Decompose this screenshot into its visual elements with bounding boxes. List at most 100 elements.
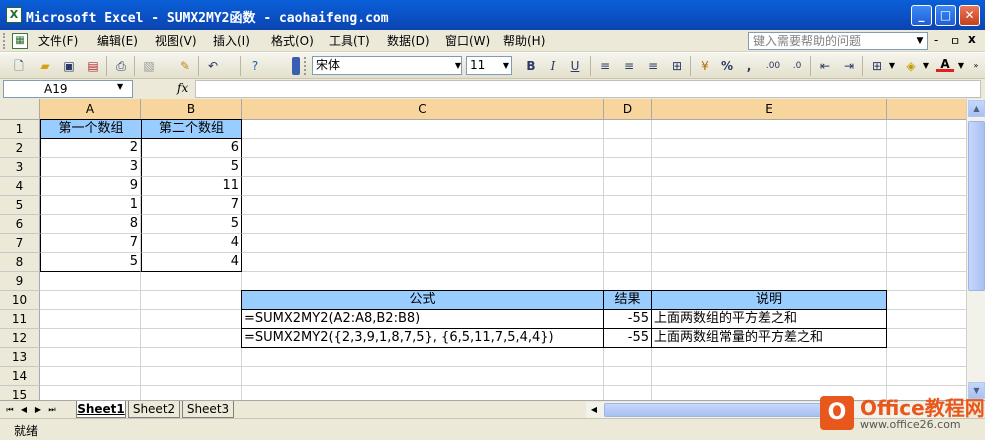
name-box[interactable]: A19 — [3, 80, 133, 98]
cell-b1[interactable]: 第二个数组 — [141, 119, 242, 139]
row-header[interactable]: 8 — [0, 253, 40, 272]
row-header[interactable]: 14 — [0, 367, 40, 386]
cell-a1[interactable]: 第一个数组 — [40, 119, 142, 139]
chevron-down-icon[interactable]: ▼ — [500, 56, 512, 75]
cell-a5[interactable]: 1 — [40, 196, 141, 215]
cell-a6[interactable]: 8 — [40, 215, 141, 234]
tab-sheet2[interactable]: Sheet2 — [128, 401, 180, 418]
help-search-input[interactable]: 键入需要帮助的问题 — [748, 32, 928, 50]
maximize-button[interactable]: □ — [935, 5, 956, 26]
cell-b8[interactable]: 4 — [141, 253, 242, 272]
cell-a3[interactable]: 3 — [40, 158, 141, 177]
cell-b5[interactable]: 7 — [141, 196, 242, 215]
new-document-icon[interactable]: 🗋 — [10, 57, 28, 75]
row-header[interactable]: 4 — [0, 177, 40, 196]
column-header-c[interactable]: C — [242, 99, 604, 120]
row-header[interactable]: 9 — [0, 272, 40, 291]
cell-e10[interactable]: 说明 — [651, 290, 887, 310]
cell-b2[interactable]: 6 — [141, 139, 242, 158]
cell-c11[interactable]: =SUMX2MY2(A2:A8,B2:B8) — [241, 309, 604, 329]
tab-sheet1[interactable]: Sheet1 — [76, 401, 126, 418]
formula-input[interactable] — [195, 80, 981, 98]
cell-c10[interactable]: 公式 — [241, 290, 604, 310]
menu-tools[interactable]: 工具(T) — [329, 33, 370, 49]
first-sheet-icon[interactable]: ⏮ — [4, 403, 16, 417]
increase-indent-icon[interactable]: ⇥ — [840, 57, 858, 75]
chevron-down-icon[interactable]: ▼ — [920, 56, 932, 75]
tab-sheet3[interactable]: Sheet3 — [182, 401, 234, 418]
vertical-scrollbar[interactable]: ▲ ▼ — [966, 99, 985, 400]
chevron-down-icon[interactable]: ▼ — [913, 33, 927, 49]
menu-grip[interactable] — [3, 33, 6, 49]
doc-close-button[interactable]: x — [968, 32, 976, 46]
document-icon[interactable]: ▦ — [12, 33, 28, 49]
cell-b3[interactable]: 5 — [141, 158, 242, 177]
bold-button[interactable]: B — [522, 57, 540, 75]
font-color-button[interactable]: A — [936, 57, 954, 72]
cell-a8[interactable]: 5 — [40, 253, 141, 272]
menu-window[interactable]: 窗口(W) — [445, 33, 490, 49]
cell-e11[interactable]: 上面两数组的平方差之和 — [651, 309, 887, 329]
paste-icon[interactable]: ▧ — [140, 57, 158, 75]
row-header[interactable]: 15 — [0, 386, 40, 400]
row-header[interactable]: 12 — [0, 329, 40, 348]
merge-center-icon[interactable]: ⊞ — [668, 57, 686, 75]
row-header[interactable]: 7 — [0, 234, 40, 253]
row-header[interactable]: 5 — [0, 196, 40, 215]
menu-insert[interactable]: 插入(I) — [213, 33, 250, 49]
cell-e12[interactable]: 上面两数组常量的平方差之和 — [651, 328, 887, 348]
fill-color-icon[interactable]: ◈ — [902, 57, 920, 75]
row-header[interactable]: 10 — [0, 291, 40, 310]
print-icon[interactable]: ⎙ — [112, 57, 130, 75]
align-right-icon[interactable]: ≡ — [644, 57, 662, 75]
toolbar-options-icon[interactable]: » — [970, 56, 982, 75]
menu-file[interactable]: 文件(F) — [38, 33, 78, 49]
cell-b4[interactable]: 11 — [141, 177, 242, 196]
format-painter-icon[interactable]: ✎ — [176, 57, 194, 75]
menu-help[interactable]: 帮助(H) — [503, 33, 545, 49]
scroll-thumb[interactable] — [968, 121, 985, 291]
select-all-corner[interactable] — [0, 99, 40, 120]
column-header-b[interactable]: B — [141, 99, 242, 120]
borders-icon[interactable]: ⊞ — [868, 57, 886, 75]
row-header[interactable]: 6 — [0, 215, 40, 234]
row-header[interactable]: 3 — [0, 158, 40, 177]
toolbar-grip[interactable] — [292, 57, 300, 75]
align-center-icon[interactable]: ≡ — [620, 57, 638, 75]
cell-a4[interactable]: 9 — [40, 177, 141, 196]
decrease-decimal-icon[interactable]: .0 — [788, 57, 806, 75]
chevron-down-icon[interactable]: ▼ — [955, 56, 967, 75]
cell-d10[interactable]: 结果 — [603, 290, 652, 310]
minimize-button[interactable]: _ — [911, 5, 932, 26]
row-header[interactable]: 11 — [0, 310, 40, 329]
comma-button[interactable]: , — [740, 57, 758, 75]
open-folder-icon[interactable]: ▰ — [36, 57, 54, 75]
chevron-down-icon[interactable]: ▼ — [452, 56, 464, 75]
align-left-icon[interactable]: ≡ — [596, 57, 614, 75]
menu-edit[interactable]: 编辑(E) — [97, 33, 138, 49]
next-sheet-icon[interactable]: ▶ — [32, 403, 44, 417]
last-sheet-icon[interactable]: ⏭ — [46, 403, 58, 417]
menu-view[interactable]: 视图(V) — [155, 33, 197, 49]
menu-format[interactable]: 格式(O) — [271, 33, 314, 49]
column-header-d[interactable]: D — [604, 99, 652, 120]
column-header-a[interactable]: A — [40, 99, 141, 120]
close-button[interactable]: ✕ — [959, 5, 980, 26]
cell-b6[interactable]: 5 — [141, 215, 242, 234]
doc-minimize-button[interactable]: - — [934, 33, 938, 47]
italic-button[interactable]: I — [544, 57, 562, 75]
menu-data[interactable]: 数据(D) — [387, 33, 430, 49]
cell-c12[interactable]: =SUMX2MY2({2,3,9,1,8,7,5}, {6,5,11,7,5,4… — [241, 328, 604, 348]
cell-a2[interactable]: 2 — [40, 139, 141, 158]
undo-icon[interactable]: ↶ — [204, 57, 222, 75]
doc-restore-button[interactable]: ㅁ — [950, 33, 960, 49]
cell-d11[interactable]: -55 — [603, 309, 652, 329]
help-icon[interactable]: ? — [246, 57, 264, 75]
cell-d12[interactable]: -55 — [603, 328, 652, 348]
insert-function-button[interactable]: fx — [177, 81, 193, 97]
currency-icon[interactable]: ¥ — [696, 57, 714, 75]
scroll-thumb[interactable] — [604, 403, 824, 417]
increase-decimal-icon[interactable]: .00 — [764, 57, 782, 75]
toolbar-grip[interactable] — [304, 57, 307, 75]
row-header[interactable]: 13 — [0, 348, 40, 367]
